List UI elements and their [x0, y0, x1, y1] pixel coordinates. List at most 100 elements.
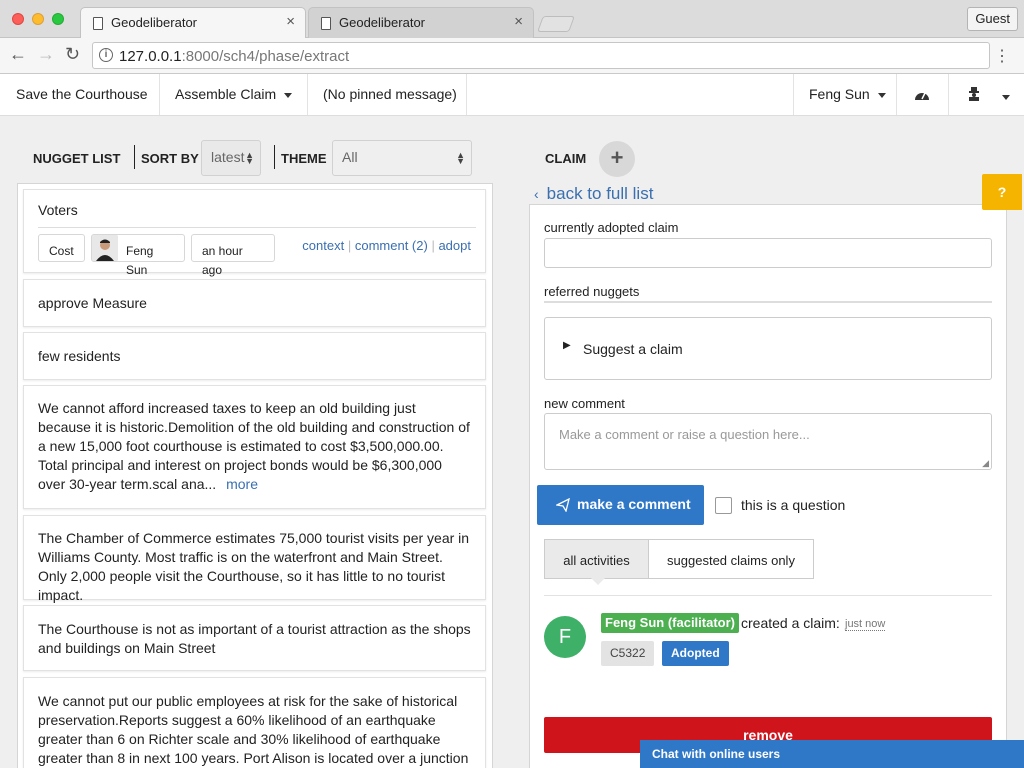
suggest-claim-box[interactable]: ▶ Suggest a claim — [544, 317, 992, 380]
nugget-card[interactable]: approve Measure — [23, 279, 486, 327]
caret-down-icon — [1001, 94, 1010, 100]
new-comment-label: new comment — [544, 396, 625, 411]
url-bar[interactable]: i 127.0.0.1:8000/sch4/phase/extract — [92, 42, 990, 69]
caret-down-icon — [877, 92, 886, 98]
separator — [134, 145, 135, 169]
guest-profile-button[interactable]: Guest — [967, 7, 1018, 31]
url-host: 127.0.0.1 — [119, 48, 182, 65]
nugget-text: The Courthouse is not as important of a … — [38, 621, 471, 656]
select-arrows-icon: ▲ ▼ — [245, 150, 254, 166]
pinned-message[interactable]: (No pinned message) — [308, 74, 467, 115]
nugget-text: few residents — [38, 348, 121, 364]
forward-arrow-icon[interactable]: → — [37, 44, 55, 65]
activity-time: just now — [845, 618, 886, 631]
sort-select[interactable]: latest ▲ ▼ — [201, 140, 261, 176]
more-link[interactable]: more — [226, 476, 258, 492]
context-link[interactable]: context — [302, 238, 344, 253]
facilitator-dropdown[interactable] — [949, 74, 1024, 115]
page-icon — [93, 17, 103, 30]
close-tab-icon[interactable]: × — [286, 13, 295, 30]
user-avatar: F — [544, 616, 586, 658]
separator — [274, 145, 275, 169]
sort-by-label: SORT BY — [141, 151, 199, 166]
time-tag: an hour ago — [191, 234, 275, 277]
app-navbar: Save the Courthouse Assemble Claim (No p… — [0, 74, 1024, 116]
nugget-text: approve Measure — [38, 295, 147, 311]
question-label: this is a question — [741, 497, 846, 513]
select-arrows-icon: ▲ ▼ — [456, 150, 465, 166]
browser-toolbar: ← → ↻ i 127.0.0.1:8000/sch4/phase/extrac… — [0, 38, 1024, 74]
new-tab-button[interactable] — [537, 16, 575, 32]
info-icon[interactable]: i — [99, 48, 113, 62]
assemble-claim-dropdown[interactable]: Assemble Claim — [160, 74, 308, 115]
comment-placeholder: Make a comment or raise a question here.… — [559, 427, 810, 442]
referred-nuggets-rule — [544, 301, 992, 303]
question-checkbox[interactable] — [715, 497, 732, 514]
back-to-full-list-link[interactable]: ‹ back to full list — [534, 184, 653, 204]
author-tag[interactable]: Feng Sun — [91, 234, 185, 277]
chevron-left-icon: ‹ — [534, 186, 539, 202]
nugget-card[interactable]: The Courthouse is not as important of a … — [23, 605, 486, 671]
avatar — [92, 235, 118, 261]
close-window-button[interactable] — [12, 13, 24, 25]
adopted-claim-label: currently adopted claim — [544, 220, 679, 235]
nugget-title-rule — [38, 227, 476, 228]
help-button[interactable]: ? — [982, 174, 1022, 210]
nugget-actions: context | comment (2) | adopt — [302, 238, 471, 253]
nugget-card[interactable]: We cannot afford increased taxes to keep… — [23, 385, 486, 509]
tab-suggested-claims[interactable]: suggested claims only — [648, 539, 814, 579]
nugget-card[interactable]: The Chamber of Commerce estimates 75,000… — [23, 515, 486, 603]
close-tab-icon[interactable]: × — [514, 13, 523, 30]
browser-tab-inactive[interactable]: Geodeliberator × — [308, 7, 534, 38]
reload-icon[interactable]: ↻ — [65, 44, 80, 65]
tab-title: Geodeliberator — [111, 15, 197, 30]
nugget-card[interactable]: few residents — [23, 332, 486, 380]
adopt-link[interactable]: adopt — [438, 238, 471, 253]
nugget-list-heading: NUGGET LIST — [33, 151, 121, 166]
suggest-claim-label: Suggest a claim — [583, 341, 683, 357]
adopted-claim-field[interactable] — [544, 238, 992, 268]
add-claim-button[interactable]: + — [599, 141, 635, 177]
spy-user-icon — [969, 87, 979, 101]
browser-menu-icon[interactable]: ⋮ — [994, 46, 1010, 66]
comment-link[interactable]: comment (2) — [355, 238, 428, 253]
dashboard-button[interactable] — [897, 74, 949, 115]
nugget-text: We cannot put our public employees at ri… — [38, 693, 469, 766]
active-tab-pointer — [591, 578, 605, 585]
claim-id-badge[interactable]: C5322 — [601, 641, 655, 666]
resize-grip-icon: ◢ — [982, 458, 989, 468]
chat-online-users-bar[interactable]: Chat with online users — [640, 740, 1024, 768]
project-title[interactable]: Save the Courthouse — [0, 74, 160, 115]
caret-down-icon — [284, 92, 293, 98]
nugget-card[interactable]: We cannot put our public employees at ri… — [23, 677, 486, 768]
back-arrow-icon[interactable]: ← — [9, 44, 27, 65]
nugget-list: Voters Cost Feng Sun an hour ago context… — [17, 183, 493, 768]
activity-divider — [544, 595, 992, 596]
nugget-text: The Chamber of Commerce estimates 75,000… — [38, 530, 470, 603]
claim-panel: currently adopted claim referred nuggets… — [529, 204, 1007, 768]
referred-nuggets-label: referred nuggets — [544, 284, 640, 299]
adopted-status-badge: Adopted — [662, 641, 729, 666]
minimize-window-button[interactable] — [32, 13, 44, 25]
activity-action: created a claim: — [741, 615, 840, 631]
triangle-right-icon: ▶ — [563, 340, 571, 351]
theme-tag[interactable]: Cost — [38, 234, 85, 262]
claim-heading: CLAIM — [545, 151, 587, 166]
tab-all-activities[interactable]: all activities — [544, 539, 649, 579]
url-path: :8000/sch4/phase/extract — [181, 48, 350, 65]
page-icon — [321, 17, 331, 30]
theme-label: THEME — [281, 151, 327, 166]
nugget-title: Voters — [38, 202, 78, 218]
maximize-window-button[interactable] — [52, 13, 64, 25]
browser-tab-bar: Geodeliberator × Geodeliberator × Guest — [0, 0, 1024, 38]
theme-select[interactable]: All ▲ ▼ — [332, 140, 472, 176]
nugget-card[interactable]: Voters Cost Feng Sun an hour ago context… — [23, 189, 486, 277]
main-area: NUGGET LIST SORT BY latest ▲ ▼ THEME All … — [0, 116, 1024, 768]
make-comment-button[interactable]: make a comment — [537, 485, 704, 525]
browser-tab-active[interactable]: Geodeliberator × — [80, 7, 306, 38]
dashboard-gauge-icon — [915, 92, 929, 100]
comment-textarea[interactable]: Make a comment or raise a question here.… — [544, 413, 992, 470]
user-dropdown[interactable]: Feng Sun — [793, 74, 897, 115]
facilitator-name-badge[interactable]: Feng Sun (facilitator) — [601, 613, 739, 633]
paper-plane-icon — [556, 498, 570, 512]
